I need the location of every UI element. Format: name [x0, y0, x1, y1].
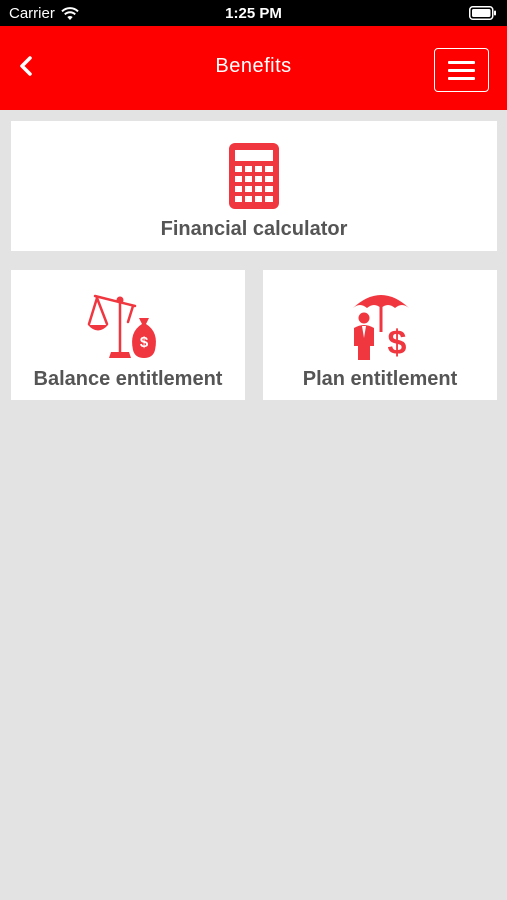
umbrella-person-dollar-icon: $	[353, 295, 409, 362]
svg-text:$: $	[140, 334, 149, 351]
plan-entitlement-card[interactable]: $ Plan entitlement	[263, 270, 497, 400]
status-bar: Carrier 1:25 PM	[0, 0, 507, 26]
financial-calculator-label: Financial calculator	[160, 218, 348, 240]
plan-entitlement-label: Plan entitlement	[302, 368, 458, 390]
hamburger-menu-icon	[448, 60, 475, 64]
financial-calculator-card[interactable]: Financial calculator	[11, 121, 497, 251]
nav-bar: Benefits	[0, 26, 507, 110]
calculator-icon	[229, 143, 279, 209]
battery-icon	[469, 6, 496, 20]
balance-entitlement-label: Balance entitlement	[33, 368, 223, 390]
status-time: 1:25 PM	[225, 5, 282, 22]
page-title: Benefits	[215, 55, 292, 77]
svg-text:$: $	[388, 324, 407, 362]
scale-money-bag-icon: $	[87, 294, 156, 358]
menu-button[interactable]	[434, 48, 489, 92]
balance-entitlement-card[interactable]: $ Balance entitlement	[11, 270, 245, 400]
